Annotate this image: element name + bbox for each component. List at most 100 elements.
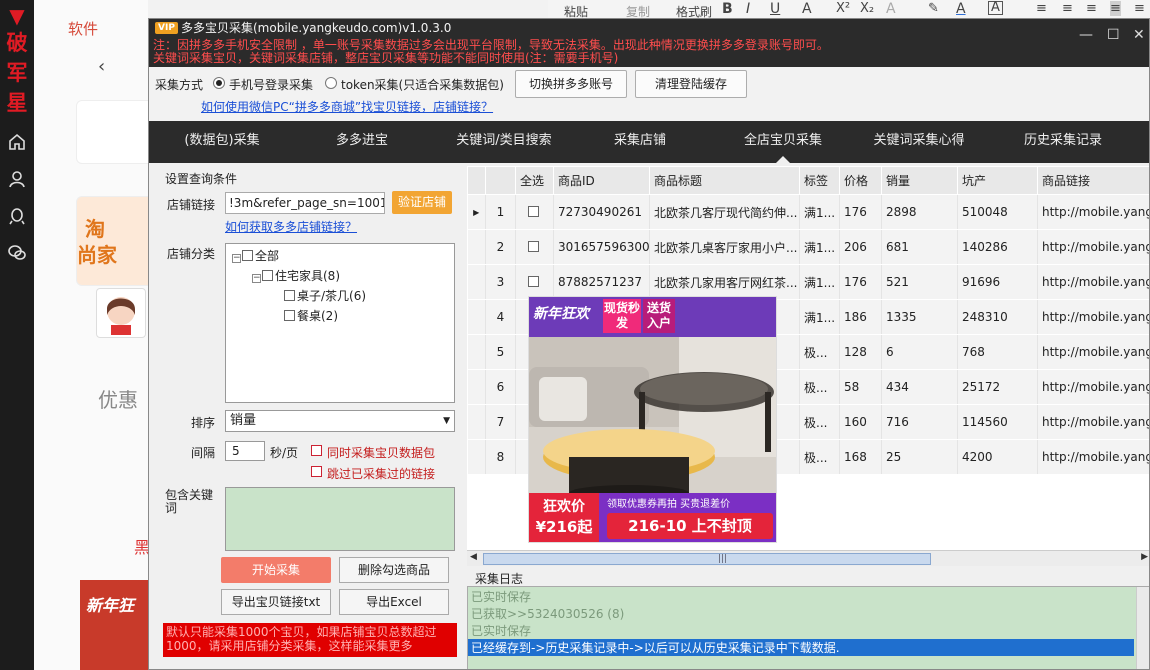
tree-node-child[interactable]: − 住宅家具(8) [252, 269, 340, 283]
tab-keyword-tips[interactable]: 关键词采集心得 [859, 121, 979, 163]
how-to-get-link[interactable]: 如何获取多多店铺链接？ [225, 218, 357, 235]
tab-whole-shop[interactable]: 全店宝贝采集 [725, 121, 841, 163]
tree-checkbox[interactable] [262, 270, 273, 281]
log-line-selected[interactable]: 已经缓存到->历史采集记录中->以后可以从历史采集记录中下载数据. [468, 639, 1134, 656]
radio-token[interactable] [325, 77, 337, 89]
highlight-icon[interactable]: ✎ [928, 1, 939, 16]
column-header[interactable]: 商品链接 [1037, 166, 1149, 195]
text-effect-icon[interactable]: A [886, 1, 896, 17]
switch-account-button[interactable]: 切换拼多多账号 [515, 70, 627, 98]
justify-icon[interactable]: ≡ [1110, 1, 1121, 16]
tree-node-leaf-2[interactable]: 餐桌(2) [284, 309, 338, 323]
italic-icon[interactable]: I [746, 1, 750, 17]
chevron-down-icon[interactable]: ▼ [443, 411, 450, 431]
delete-selected-button[interactable]: 删除勾选商品 [339, 557, 449, 583]
tree-node-leaf-1[interactable]: 桌子/茶几(6) [284, 289, 366, 303]
cell-link[interactable]: http://mobile.yangkeduo.com/ [1037, 194, 1149, 230]
keyword-textarea[interactable] [225, 487, 455, 551]
tree-node-label: 餐桌(2) [297, 309, 338, 323]
align-left-icon[interactable]: ≡ [1036, 1, 1047, 16]
row-checkbox[interactable] [528, 206, 539, 217]
verify-shop-button[interactable]: 验证店铺 [392, 191, 452, 214]
collapse-icon[interactable]: − [232, 254, 241, 263]
scroll-right-icon[interactable]: ▶ [1141, 552, 1148, 562]
cell-link[interactable]: http://mobile.yangkeduo.com/ [1037, 334, 1149, 370]
column-header-select-all[interactable]: 全选 [515, 166, 554, 195]
row-checkbox[interactable] [528, 276, 539, 287]
help-link[interactable]: 如何使用微信PC“拼多多商城”找宝贝链接，店铺链接？ [201, 98, 493, 115]
radio-phone-login[interactable] [213, 77, 225, 89]
export-txt-button[interactable]: 导出宝贝链接txt [221, 589, 331, 615]
cell-link[interactable]: http://mobile.yangkeduo.com/ [1037, 439, 1149, 475]
underline-icon[interactable]: U [770, 1, 780, 17]
back-arrow-icon[interactable]: ‹ [98, 56, 105, 77]
cell-sales: 716 [881, 404, 958, 440]
char-border-icon[interactable]: A [988, 1, 1003, 15]
cell-link[interactable]: http://mobile.yangkeduo.com/ [1037, 264, 1149, 300]
cell-link[interactable]: http://mobile.yangkeduo.com/ [1037, 404, 1149, 440]
radio-token-label[interactable]: token采集(只适合采集数据包) [341, 76, 504, 93]
tree-checkbox[interactable] [284, 310, 295, 321]
strikethrough-icon[interactable]: A [802, 1, 812, 17]
scrollbar-thumb[interactable]: ||| [483, 553, 931, 565]
radio-phone-login-label[interactable]: 手机号登录采集 [229, 76, 313, 93]
cell-price: 176 [839, 194, 882, 230]
log-scrollbar[interactable] [1136, 587, 1149, 669]
column-header[interactable]: 商品标题 [649, 166, 800, 195]
limit-notice: 默认只能采集1000个宝贝，如果店铺宝贝总数超过1000，请采用店铺分类采集，这… [163, 623, 457, 657]
grip-icon: ||| [718, 554, 728, 564]
distribute-icon[interactable]: ≡ [1134, 1, 1145, 16]
tab-collect-shop[interactable]: 采集店铺 [585, 121, 695, 163]
close-icon[interactable]: ✕ [1133, 27, 1145, 43]
tree-node-root[interactable]: − 全部 [232, 249, 279, 263]
qq-icon[interactable] [0, 206, 34, 229]
tab-keyword-search[interactable]: 关键词/类目搜索 [439, 121, 569, 163]
collapse-icon[interactable]: − [252, 274, 261, 283]
cell-link[interactable]: http://mobile.yangkeduo.com/ [1037, 369, 1149, 405]
align-center-icon[interactable]: ≡ [1062, 1, 1073, 16]
column-header[interactable]: 价格 [839, 166, 882, 195]
tab-duoduo-jinbao[interactable]: 多多进宝 [299, 121, 425, 163]
table-row[interactable]: 3 87882571237 北欧茶几家用客厅网红茶... 满1... 176 521 916… [467, 264, 1149, 300]
start-collect-button[interactable]: 开始采集 [221, 557, 331, 583]
table-row[interactable]: ▶ 1 72730490261 北欧茶几客厅现代简约伸... 满1... 176 2898 5… [467, 194, 1149, 230]
settings-row: 采集方式 手机号登录采集 token采集(只适合采集数据包) 切换拼多多账号 清… [149, 67, 1149, 121]
row-checkbox[interactable] [528, 241, 539, 252]
cell-link[interactable]: http://mobile.yangkeduo.com/ [1037, 229, 1149, 265]
skip-collected-label[interactable]: 跳过已采集过的链接 [327, 465, 435, 482]
tree-checkbox[interactable] [284, 290, 295, 301]
font-color-icon[interactable]: A [956, 1, 966, 17]
log-line: 已实时保存 [471, 624, 532, 638]
subscript-icon[interactable]: X₂ [860, 1, 874, 16]
cell-price: 186 [839, 299, 882, 335]
skip-collected-checkbox[interactable] [311, 466, 322, 477]
column-header[interactable]: 标签 [799, 166, 840, 195]
align-right-icon[interactable]: ≡ [1086, 1, 1097, 16]
collect-packet-label[interactable]: 同时采集宝贝数据包 [327, 444, 435, 461]
export-excel-button[interactable]: 导出Excel [339, 589, 449, 615]
column-header[interactable]: 商品ID [553, 166, 650, 195]
column-header[interactable]: 销量 [881, 166, 958, 195]
wechat-icon[interactable] [0, 243, 34, 266]
tree-checkbox[interactable] [242, 250, 253, 261]
scroll-left-icon[interactable]: ◀ [470, 552, 477, 562]
column-header[interactable]: 坑产 [957, 166, 1038, 195]
table-row[interactable]: 2 301657596300 北欧茶几桌客厅家用小户... 满1... 206 681 14… [467, 229, 1149, 265]
tab-history[interactable]: 历史采集记录 [1007, 121, 1119, 163]
bold-icon[interactable]: B [722, 1, 733, 17]
tab-packet-collect[interactable]: (数据包)采集 [157, 121, 287, 163]
superscript-icon[interactable]: X² [836, 1, 850, 16]
interval-input[interactable]: 5 [225, 441, 265, 461]
home-icon[interactable] [0, 132, 34, 155]
user-icon[interactable] [0, 169, 34, 192]
clear-cache-button[interactable]: 清理登陆缓存 [635, 70, 747, 98]
sort-select[interactable]: 销量 ▼ [225, 410, 455, 432]
cell-link[interactable]: http://mobile.yangkeduo.com/ [1037, 299, 1149, 335]
log-box[interactable]: 已实时保存 已获取>>5324030526 (8) 已实时保存 已经缓存到->历… [467, 586, 1149, 669]
minimize-icon[interactable]: — [1079, 27, 1093, 43]
maximize-icon[interactable]: ☐ [1107, 27, 1120, 43]
shop-link-input[interactable]: !3m&refer_page_sn=10015 [225, 192, 385, 214]
row-index: 4 [485, 299, 516, 335]
collect-packet-checkbox[interactable] [311, 445, 322, 456]
horizontal-scrollbar[interactable]: ◀ ||| ▶ [467, 550, 1149, 566]
